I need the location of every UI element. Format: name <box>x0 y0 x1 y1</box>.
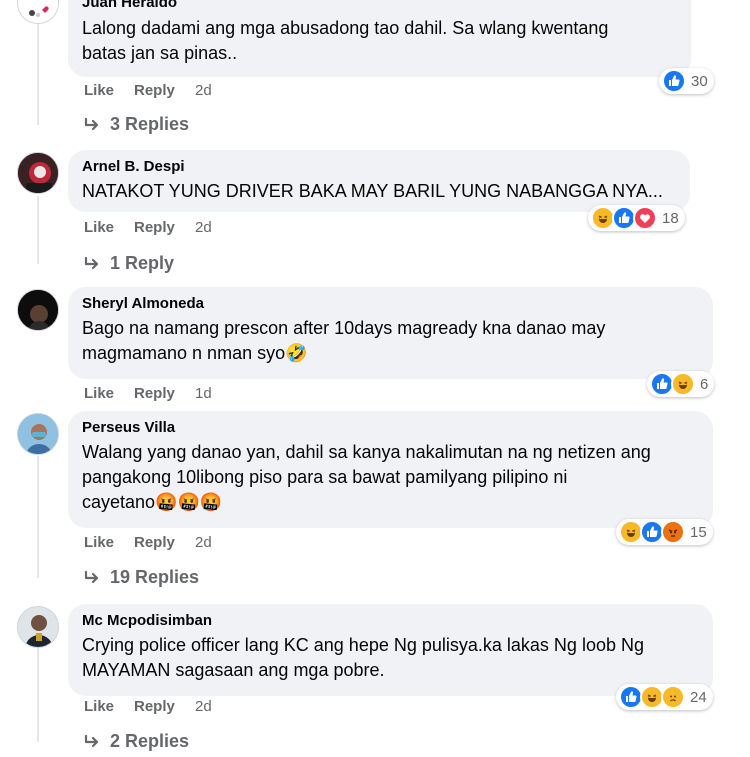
comment-text: Crying police officer lang KC ang hepe N… <box>82 635 644 655</box>
comment-actions: Like Reply 1d <box>84 385 212 402</box>
like-button[interactable]: Like <box>84 82 134 99</box>
reaction-summary[interactable]: 24 <box>616 684 713 710</box>
comment-author[interactable]: Juan Heraldo <box>82 0 677 12</box>
reply-button[interactable]: Reply <box>134 82 195 99</box>
comment-text: Walang yang danao yan, dahil sa kanya na… <box>82 442 651 462</box>
comment-actions: Like Reply 2d <box>84 82 212 99</box>
comment-bubble: Juan Heraldo Lalong dadami ang mga abusa… <box>68 0 691 77</box>
reply-button[interactable]: Reply <box>134 219 195 236</box>
reaction-count: 30 <box>691 72 708 90</box>
avatar[interactable] <box>17 0 59 24</box>
like-button[interactable]: Like <box>84 219 134 236</box>
view-replies-link[interactable]: 1 Reply <box>84 253 174 274</box>
reaction-count: 24 <box>690 688 707 706</box>
comment-timestamp[interactable]: 2d <box>195 82 212 99</box>
comment-bubble: Sheryl Almoneda Bago na namang prescon a… <box>68 287 713 379</box>
comment-text: Bago na namang prescon after 10days magr… <box>82 318 606 338</box>
comment-text: magmamano n nman syo🤣 <box>82 343 308 363</box>
comment-timestamp[interactable]: 2d <box>195 698 212 715</box>
view-replies-link[interactable]: 3 Replies <box>84 114 189 135</box>
comment-author[interactable]: Arnel B. Despi <box>82 158 676 175</box>
avatar[interactable] <box>17 289 59 331</box>
view-replies-label: 1 Reply <box>110 253 175 273</box>
reaction-summary[interactable]: 15 <box>616 519 713 545</box>
view-replies-link[interactable]: 2 Replies <box>84 731 189 752</box>
reply-button[interactable]: Reply <box>134 385 195 402</box>
thread-line <box>37 648 39 742</box>
avatar[interactable] <box>17 152 59 194</box>
comment-author[interactable]: Perseus Villa <box>82 419 699 436</box>
sad-icon <box>661 685 685 709</box>
comment-actions: Like Reply 2d <box>84 698 212 715</box>
comment-actions: Like Reply 2d <box>84 219 212 236</box>
view-replies-label: 19 Replies <box>110 567 200 587</box>
reply-arrow-icon <box>84 570 99 583</box>
comment-actions: Like Reply 2d <box>84 534 212 551</box>
comment-author[interactable]: Mc Mcpodisimban <box>82 612 699 629</box>
haha-icon <box>671 372 695 396</box>
reply-arrow-icon <box>84 256 99 269</box>
like-button[interactable]: Like <box>84 534 134 551</box>
reaction-summary[interactable]: 30 <box>659 68 714 94</box>
reaction-summary[interactable]: 18 <box>588 205 685 231</box>
view-replies-label: 3 Replies <box>110 114 190 134</box>
comment-bubble: Arnel B. Despi NATAKOT YUNG DRIVER BAKA … <box>68 150 690 212</box>
comment-author[interactable]: Sheryl Almoneda <box>82 295 699 312</box>
comment-bubble: Mc Mcpodisimban Crying police officer la… <box>68 604 713 696</box>
view-replies-link[interactable]: 19 Replies <box>84 567 199 588</box>
comment-timestamp[interactable]: 2d <box>195 219 212 236</box>
reply-arrow-icon <box>84 117 99 130</box>
thread-line <box>37 456 39 578</box>
like-button[interactable]: Like <box>84 385 134 402</box>
reaction-summary[interactable]: 6 <box>647 371 715 397</box>
reply-arrow-icon <box>84 734 99 747</box>
angry-icon <box>661 520 685 544</box>
reaction-count: 15 <box>690 523 707 541</box>
reaction-count: 18 <box>662 209 679 227</box>
comment-timestamp[interactable]: 1d <box>195 385 212 402</box>
comment-text: cayetano🤬🤬🤬 <box>82 492 223 512</box>
reply-button[interactable]: Reply <box>134 698 195 715</box>
comment-text: MAYAMAN sagasaan ang mga pobre. <box>82 660 385 680</box>
avatar[interactable] <box>17 413 59 455</box>
comment-timestamp[interactable]: 2d <box>195 534 212 551</box>
like-button[interactable]: Like <box>84 698 134 715</box>
comment-text: batas jan sa pinas.. <box>82 43 238 63</box>
comment-text: Lalong dadami ang mga abusadong tao dahi… <box>82 18 609 38</box>
comment-text: NATAKOT YUNG DRIVER BAKA MAY BARIL YUNG … <box>82 181 663 201</box>
comment-text: pangakong 10libong piso para sa bawat pa… <box>82 467 568 487</box>
thread-line <box>37 196 39 264</box>
reply-button[interactable]: Reply <box>134 534 195 551</box>
comment-bubble: Perseus Villa Walang yang danao yan, dah… <box>68 411 713 528</box>
view-replies-label: 2 Replies <box>110 731 190 751</box>
love-icon <box>633 206 657 230</box>
avatar[interactable] <box>17 606 59 648</box>
like-icon <box>662 69 686 93</box>
reaction-count: 6 <box>700 375 709 393</box>
